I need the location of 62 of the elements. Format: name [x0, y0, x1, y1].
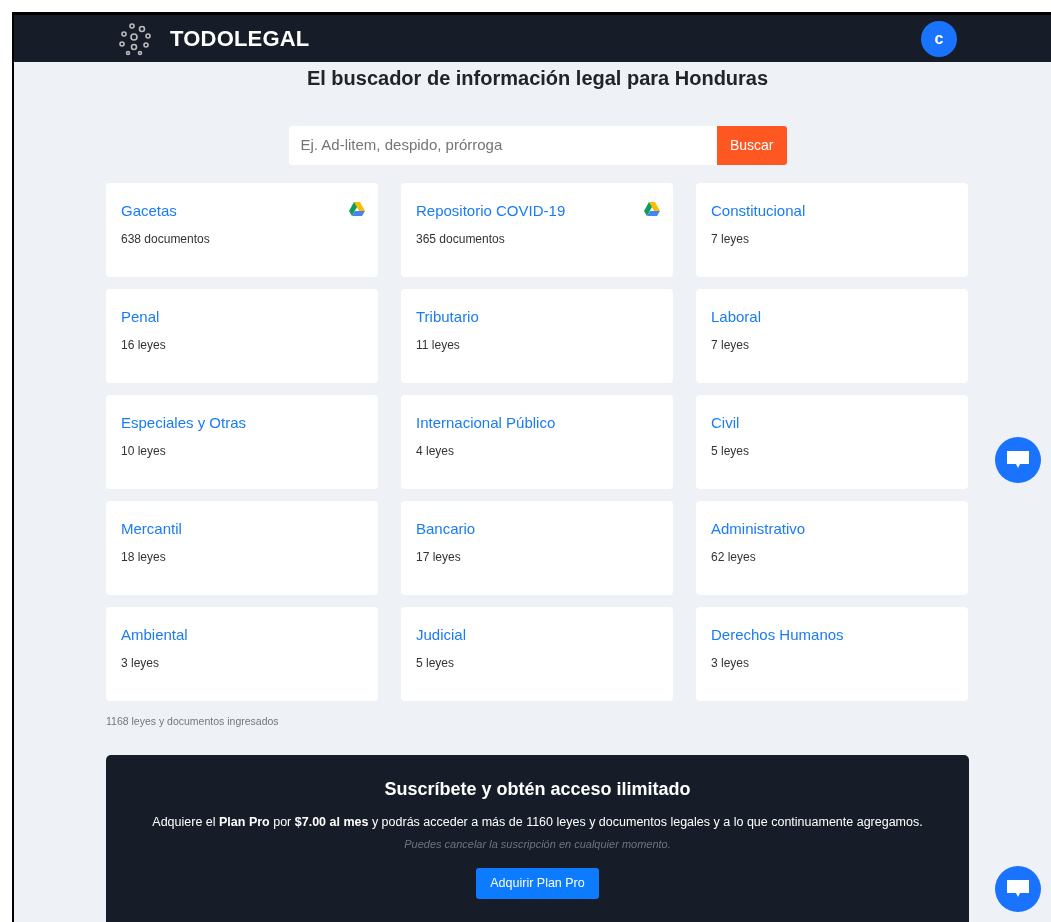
cancel-note: Puedes cancelar la suscripción en cualquier momento. [403, 836, 672, 852]
category-link[interactable]: Penal [121, 305, 160, 328]
subscribe-title: Suscríbete y obtén acceso ilimitado [383, 779, 692, 801]
category-card[interactable]: Especiales y Otras 10 leyes [106, 394, 378, 489]
document-count: 365 documentos [416, 231, 506, 248]
category-card[interactable]: Ambiental 3 leyes [106, 606, 378, 701]
drive-icon[interactable] [644, 201, 660, 216]
category-card[interactable]: Judicial 5 leyes [401, 606, 673, 701]
category-link[interactable]: Judicial [416, 623, 467, 646]
category-card[interactable]: Laboral 7 leyes [696, 288, 968, 383]
user-avatar[interactable]: c [921, 20, 957, 57]
category-link[interactable]: Tributario [416, 305, 479, 328]
chat-icon [1006, 450, 1030, 470]
search-field[interactable]: Ej. Ad-litem, despido, prórroga [288, 126, 717, 165]
category-link[interactable]: Internacional Público [416, 411, 556, 434]
category-link[interactable]: Derechos Humanos [711, 623, 844, 646]
document-count: 10 leyes [121, 443, 167, 460]
category-card[interactable]: Gacetas 638 documentos [106, 182, 378, 277]
document-count: 16 leyes [121, 337, 167, 354]
category-card[interactable]: Administrativo 62 leyes [696, 500, 968, 595]
chat-button[interactable] [995, 866, 1041, 912]
category-link[interactable]: Repositorio COVID-19 [416, 199, 566, 222]
category-card[interactable]: Penal 16 leyes [106, 288, 378, 383]
category-card[interactable]: Constitucional 7 leyes [696, 182, 968, 277]
category-card[interactable]: Bancario 17 leyes [401, 500, 673, 595]
category-link[interactable]: Especiales y Otras [121, 411, 247, 434]
category-link[interactable]: Laboral [711, 305, 762, 328]
network-logo-icon [118, 21, 154, 56]
document-count: 7 leyes [711, 337, 751, 354]
category-card[interactable]: Derechos Humanos 3 leyes [696, 606, 968, 701]
category-card[interactable]: Tributario 11 leyes [401, 288, 673, 383]
document-count: 5 leyes [416, 655, 456, 672]
category-card[interactable]: Mercantil 18 leyes [106, 500, 378, 595]
document-count: 62 leyes [711, 549, 757, 566]
category-card[interactable]: Repositorio COVID-19 365 documentos [401, 182, 673, 277]
document-count: 3 leyes [711, 655, 751, 672]
category-link[interactable]: Administrativo [711, 517, 806, 540]
document-count: 7 leyes [711, 231, 751, 248]
category-card[interactable]: Internacional Público 4 leyes [401, 394, 673, 489]
category-link[interactable]: Civil [711, 411, 740, 434]
buy-button[interactable]: Adquirir Plan Pro [476, 868, 599, 899]
document-count: 17 leyes [416, 549, 462, 566]
page-heading: El buscador de información legal para Honduras [305, 66, 770, 90]
document-count: 4 leyes [416, 443, 456, 460]
document-count: 18 leyes [121, 549, 167, 566]
total-note: 1168 leyes y documentos ingresados [106, 713, 279, 729]
document-count: 638 documentos [121, 231, 211, 248]
search-button[interactable]: Buscar [716, 126, 787, 165]
chat-icon [1006, 879, 1030, 899]
brand-name[interactable]: TODOLEGAL [170, 22, 310, 55]
document-count: 3 leyes [121, 655, 161, 672]
subscribe-text: Adquiere el Plan Pro por $7.00 al mes y podrás acceder a más de 1160 leyes y documentos legales y a lo que continuamente agregamos. [151, 813, 924, 831]
document-count: 11 leyes [416, 337, 461, 354]
drive-icon[interactable] [349, 201, 365, 216]
document-count: 5 leyes [711, 443, 751, 460]
category-link[interactable]: Mercantil [121, 517, 182, 540]
category-link[interactable]: Bancario [416, 517, 476, 540]
category-card[interactable]: Civil 5 leyes [696, 394, 968, 489]
category-link[interactable]: Gacetas [121, 199, 177, 222]
category-link[interactable]: Constitucional [711, 199, 806, 222]
category-link[interactable]: Ambiental [121, 623, 188, 646]
chat-button[interactable] [995, 437, 1041, 483]
